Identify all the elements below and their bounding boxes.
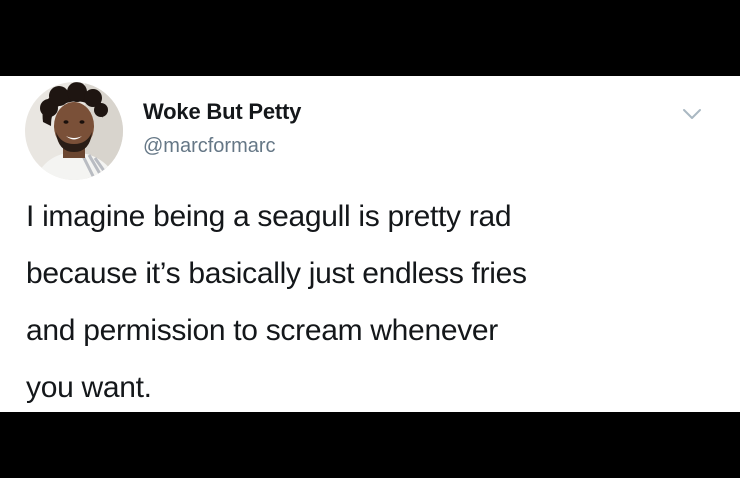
avatar[interactable] <box>25 82 123 180</box>
tweet-text-line: you want. <box>26 371 152 404</box>
author-display-name[interactable]: Woke But Petty <box>143 99 301 125</box>
tweet-text-line: because it’s basically just endless frie… <box>26 257 527 290</box>
tweet-text: I imagine being a seagull is pretty rad … <box>26 188 716 416</box>
user-avatar-photo <box>25 82 123 180</box>
tweet-card: Woke But Petty @marcformarc I imagine be… <box>0 76 740 412</box>
chevron-down-icon <box>683 109 701 119</box>
tweet-text-line: and permission to scream whenever <box>26 314 498 347</box>
screenshot-frame: Woke But Petty @marcformarc I imagine be… <box>0 0 740 478</box>
tweet-text-line: I imagine being a seagull is pretty rad <box>26 200 512 233</box>
author-handle[interactable]: @marcformarc <box>143 135 276 158</box>
tweet-menu-button[interactable] <box>680 104 704 124</box>
